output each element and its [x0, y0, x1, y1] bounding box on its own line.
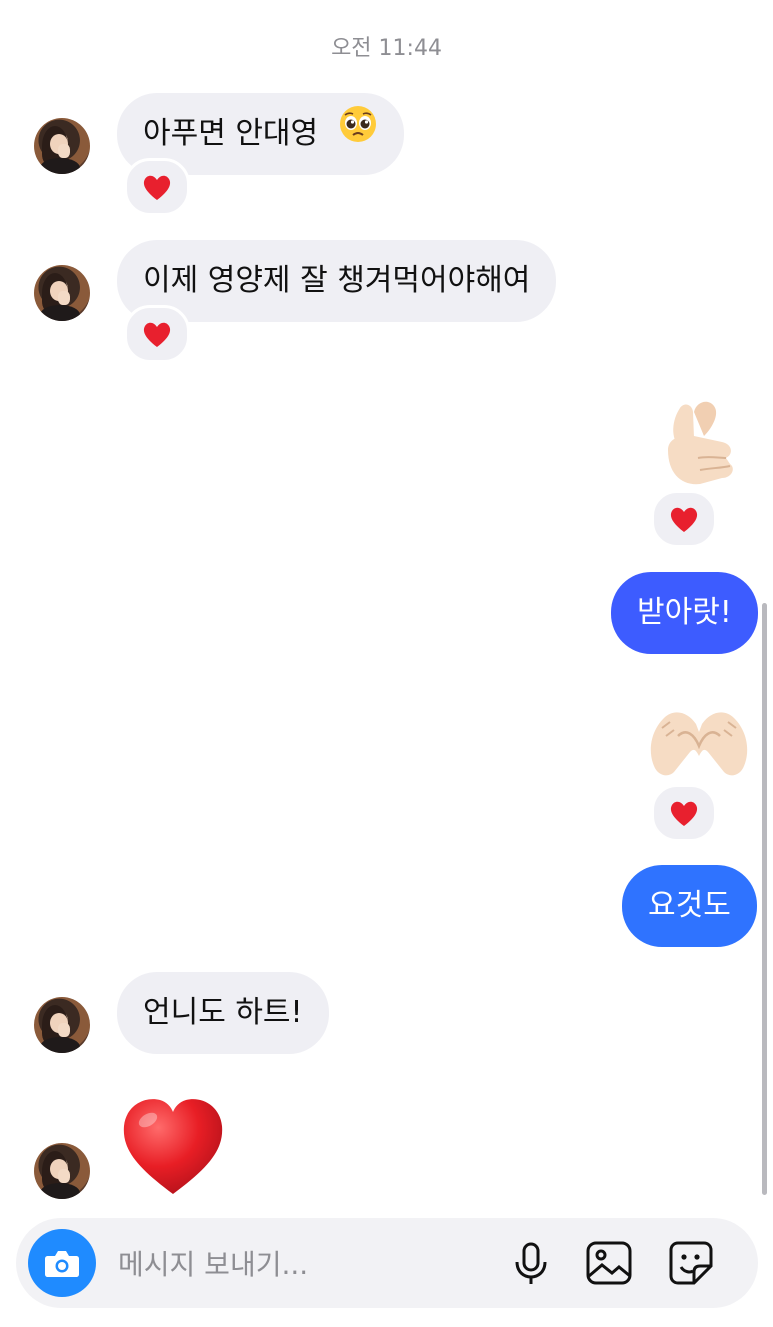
sticker-button[interactable] [666, 1238, 716, 1288]
reaction-heart[interactable] [124, 158, 190, 216]
avatar[interactable] [34, 997, 90, 1053]
camera-button[interactable] [28, 1229, 96, 1297]
message-text: 이제 영양제 잘 챙겨먹어야해여 [143, 263, 531, 298]
message-text: 아푸면 안대영 [143, 116, 319, 151]
avatar[interactable] [34, 265, 90, 321]
gallery-icon [586, 1241, 632, 1285]
finger-heart-emoji[interactable] [660, 398, 740, 494]
reaction-heart[interactable] [651, 784, 717, 842]
pleading-face-icon [338, 94, 378, 176]
gallery-button[interactable] [584, 1238, 634, 1288]
sticker-icon [669, 1241, 713, 1285]
scrollbar[interactable] [762, 603, 767, 1195]
finger-heart-icon [668, 401, 733, 485]
message-bubble-incoming[interactable]: 이제 영양제 잘 챙겨먹어야해여 [117, 240, 557, 322]
message-text: 언니도 하트! [143, 995, 303, 1030]
heart-icon [143, 175, 171, 200]
chat-screen: 오전 11:44 아푸면 안대영 이제 영양제 잘 챙겨먹어야해여 받아랏! 요… [0, 0, 773, 1327]
avatar[interactable] [34, 1143, 90, 1199]
avatar[interactable] [34, 118, 90, 174]
heart-icon [143, 322, 171, 347]
message-bubble-outgoing[interactable]: 요것도 [622, 865, 757, 947]
message-input[interactable] [116, 1240, 500, 1288]
microphone-icon [515, 1242, 547, 1284]
message-bubble-outgoing[interactable]: 받아랏! [611, 572, 758, 654]
red-heart-emoji[interactable] [120, 1094, 226, 1202]
heart-icon [670, 801, 698, 826]
message-bubble-incoming[interactable]: 언니도 하트! [117, 972, 329, 1054]
reaction-heart[interactable] [651, 490, 717, 548]
timestamp: 오전 11:44 [331, 36, 442, 61]
camera-icon [45, 1251, 79, 1277]
message-composer [16, 1218, 758, 1308]
heart-hands-emoji[interactable] [646, 706, 752, 784]
message-text: 요것도 [648, 888, 731, 923]
microphone-button[interactable] [506, 1238, 556, 1288]
reaction-heart[interactable] [124, 305, 190, 363]
heart-icon [670, 507, 698, 532]
heart-hands-icon [650, 712, 748, 776]
red-heart-icon [123, 1099, 223, 1194]
message-text: 받아랏! [637, 595, 732, 630]
